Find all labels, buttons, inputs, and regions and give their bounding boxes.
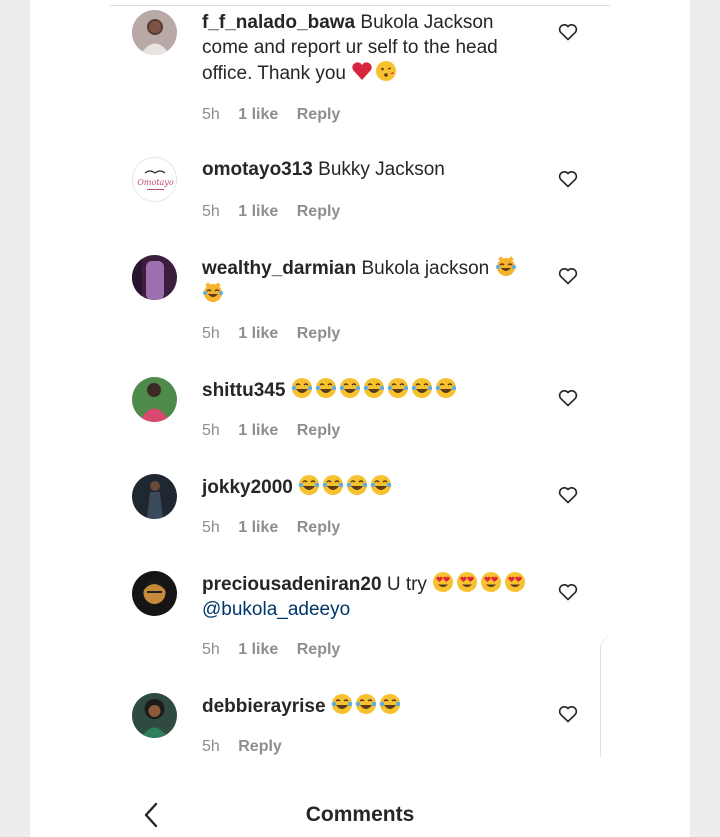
comment-meta: 5h 1 like Reply <box>202 203 354 221</box>
timestamp: 5h <box>202 738 220 755</box>
timestamp: 5h <box>202 106 220 123</box>
heart-outline-icon[interactable] <box>558 267 578 285</box>
mention-link[interactable]: @bukola_adeeyo <box>202 599 350 620</box>
avatar[interactable] <box>132 255 177 300</box>
page-title: Comments <box>305 803 415 826</box>
likes-count[interactable]: 1 like <box>238 325 278 343</box>
avatar[interactable] <box>132 474 177 519</box>
comment-meta: 5h Reply <box>202 738 296 756</box>
comments-header: Comments <box>30 757 690 837</box>
heart-eyes-emoji <box>432 571 454 593</box>
joy-emoji <box>339 377 361 399</box>
avatar[interactable] <box>132 693 177 738</box>
likes-count[interactable]: 1 like <box>238 519 278 537</box>
comment-body: U try <box>386 574 427 595</box>
overlay-card-edge <box>600 634 620 757</box>
joy-emoji <box>346 474 368 496</box>
heart-outline-icon[interactable] <box>558 23 578 41</box>
joy-emoji <box>411 377 433 399</box>
comment-body: Bukola jackson <box>361 258 490 279</box>
timestamp: 5h <box>202 519 220 536</box>
heart-outline-icon[interactable] <box>558 486 578 504</box>
comment-body: Bukky Jackson <box>318 159 445 180</box>
likes-count[interactable]: 1 like <box>238 203 278 221</box>
timestamp: 5h <box>202 641 220 658</box>
likes-count[interactable]: 1 like <box>238 106 278 124</box>
red-heart-emoji <box>351 60 373 82</box>
comment-text: omotayo313 Bukky Jackson <box>202 157 532 182</box>
heart-eyes-emoji <box>456 571 478 593</box>
avatar-logo-text: Omotayo <box>137 178 173 187</box>
reply-button[interactable]: Reply <box>297 519 341 537</box>
cat-joy-emoji <box>495 255 517 277</box>
timestamp: 5h <box>202 325 220 342</box>
joy-emoji <box>435 377 457 399</box>
avatar[interactable] <box>132 377 177 422</box>
comment-text: f_f_nalado_bawa Bukola Jackson come and … <box>202 10 532 86</box>
username[interactable]: shittu345 <box>202 380 285 401</box>
comment-text: shittu345 <box>202 377 532 403</box>
heart-eyes-emoji <box>504 571 526 593</box>
comment-meta: 5h 1 like Reply <box>202 519 354 537</box>
reply-button[interactable]: Reply <box>297 325 341 343</box>
kissing-face-emoji <box>375 60 397 82</box>
comment-text: wealthy_darmian Bukola jackson <box>202 255 532 307</box>
joy-emoji <box>322 474 344 496</box>
joy-emoji <box>387 377 409 399</box>
avatar[interactable] <box>132 571 177 616</box>
avatar[interactable]: Omotayo <box>132 157 177 202</box>
reply-button[interactable]: Reply <box>297 641 341 659</box>
comment-meta: 5h 1 like Reply <box>202 325 354 343</box>
username[interactable]: f_f_nalado_bawa <box>202 12 355 33</box>
username[interactable]: debbierayrise <box>202 696 326 717</box>
cat-joy-emoji <box>202 281 224 303</box>
comment-text: preciousadeniran20 U try @bukola_adeeyo <box>202 571 532 622</box>
joy-emoji <box>298 474 320 496</box>
username[interactable]: jokky2000 <box>202 477 293 498</box>
heart-outline-icon[interactable] <box>558 170 578 188</box>
heart-eyes-emoji <box>480 571 502 593</box>
reply-button[interactable]: Reply <box>297 106 341 124</box>
heart-outline-icon[interactable] <box>558 583 578 601</box>
joy-emoji <box>331 693 353 715</box>
joy-emoji <box>315 377 337 399</box>
heart-outline-icon[interactable] <box>558 389 578 407</box>
reply-button[interactable]: Reply <box>238 738 282 756</box>
username[interactable]: preciousadeniran20 <box>202 574 382 595</box>
timestamp: 5h <box>202 422 220 439</box>
likes-count[interactable]: 1 like <box>238 641 278 659</box>
comment-meta: 5h 1 like Reply <box>202 422 354 440</box>
comment-text: debbierayrise <box>202 693 532 719</box>
reply-button[interactable]: Reply <box>297 422 341 440</box>
comment-meta: 5h 1 like Reply <box>202 641 354 659</box>
timestamp: 5h <box>202 203 220 220</box>
username[interactable]: wealthy_darmian <box>202 258 356 279</box>
joy-emoji <box>363 377 385 399</box>
comment-meta: 5h 1 like Reply <box>202 106 354 124</box>
joy-emoji <box>355 693 377 715</box>
joy-emoji <box>379 693 401 715</box>
comment-text: jokky2000 <box>202 474 532 500</box>
avatar[interactable] <box>132 10 177 55</box>
reply-button[interactable]: Reply <box>297 203 341 221</box>
username[interactable]: omotayo313 <box>202 159 313 180</box>
likes-count[interactable]: 1 like <box>238 422 278 440</box>
heart-outline-icon[interactable] <box>558 705 578 723</box>
joy-emoji <box>370 474 392 496</box>
joy-emoji <box>291 377 313 399</box>
